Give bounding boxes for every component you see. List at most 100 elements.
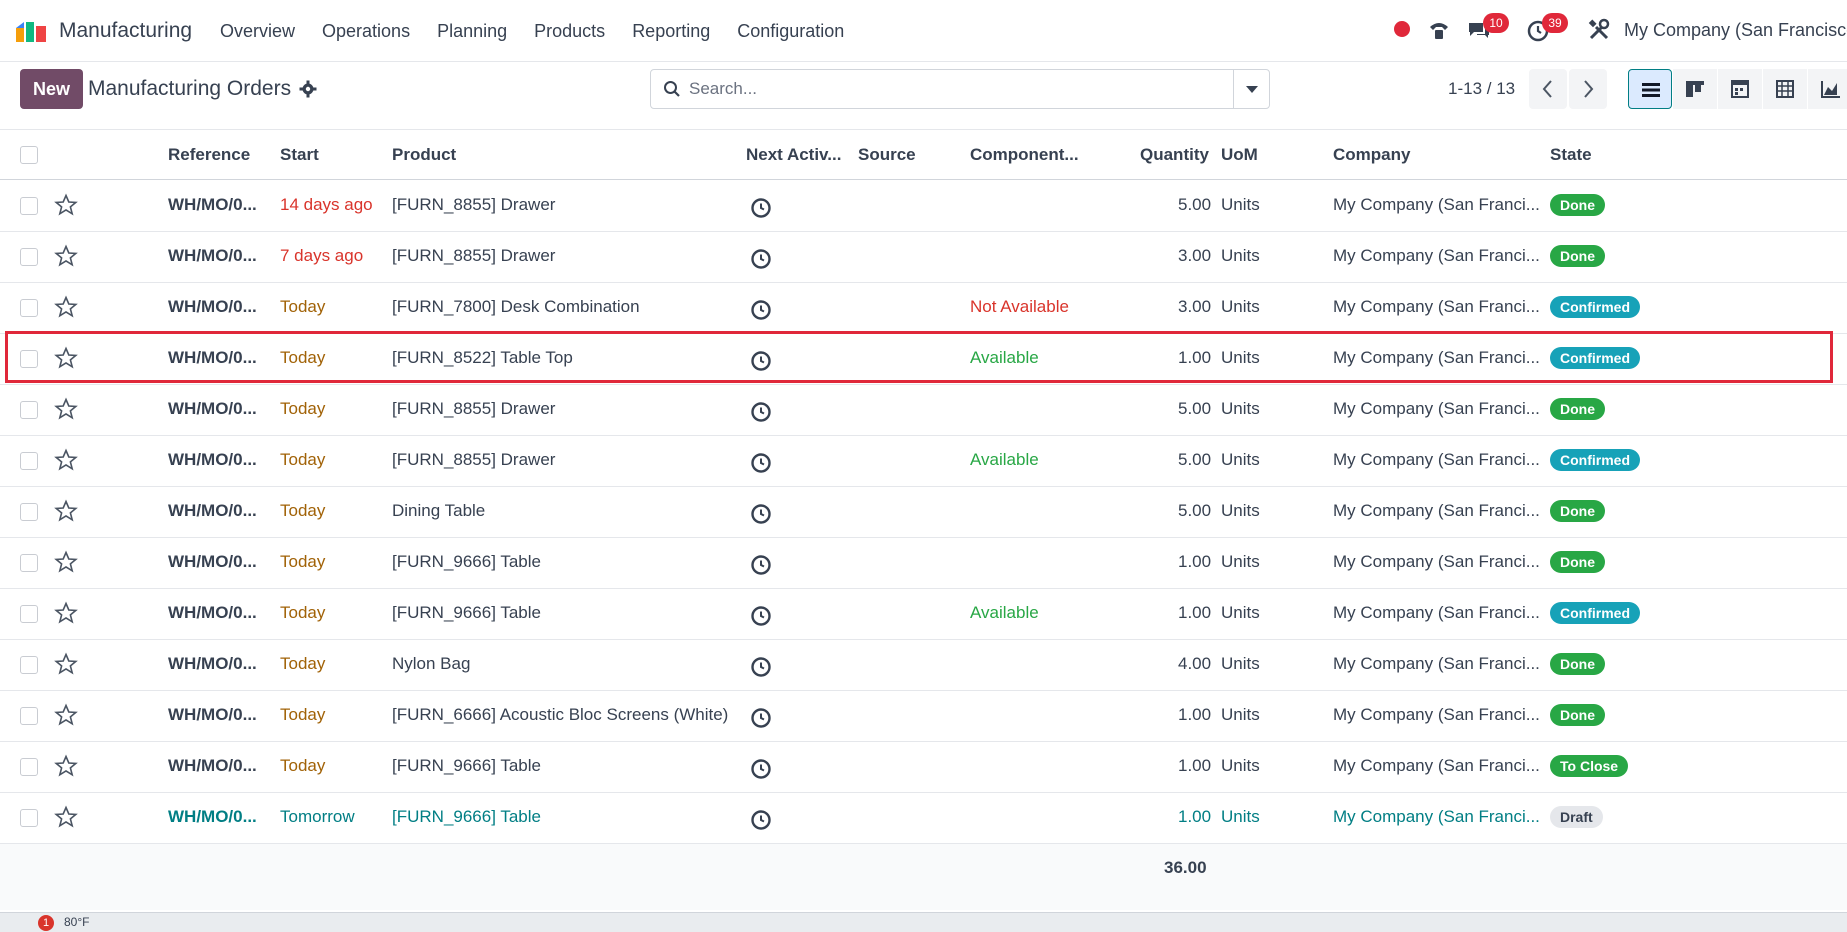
header-state[interactable]: State bbox=[1550, 145, 1592, 165]
row-checkbox[interactable] bbox=[20, 197, 38, 215]
star-icon[interactable] bbox=[54, 652, 78, 676]
list-view-button[interactable] bbox=[1628, 69, 1672, 109]
table-row[interactable]: WH/MO/0... Today [FURN_9666] Table 1.00 Unit… bbox=[0, 742, 1847, 793]
header-component-status[interactable]: Component... bbox=[970, 145, 1079, 165]
table-row[interactable]: WH/MO/0... Today [FURN_8855] Drawer Availab… bbox=[0, 436, 1847, 487]
table-header: Reference Start Product Next Activ... So… bbox=[0, 129, 1847, 180]
star-icon[interactable] bbox=[54, 703, 78, 727]
star-icon[interactable] bbox=[54, 244, 78, 268]
activity-clock-icon[interactable] bbox=[750, 707, 772, 729]
row-checkbox[interactable] bbox=[20, 758, 38, 776]
table-row[interactable]: WH/MO/0... 7 days ago [FURN_8855] Drawer 3.… bbox=[0, 232, 1847, 283]
row-checkbox[interactable] bbox=[20, 707, 38, 725]
star-icon[interactable] bbox=[54, 295, 78, 319]
table-row[interactable]: WH/MO/0... Today Nylon Bag 4.00 Units My Comp… bbox=[0, 640, 1847, 691]
row-checkbox[interactable] bbox=[20, 452, 38, 470]
activity-clock-icon[interactable] bbox=[750, 197, 772, 219]
phone-icon[interactable] bbox=[1426, 17, 1452, 43]
graph-view-button[interactable] bbox=[1808, 69, 1847, 109]
activity-clock-icon[interactable] bbox=[750, 605, 772, 627]
row-checkbox[interactable] bbox=[20, 248, 38, 266]
status-badge: Done bbox=[1550, 551, 1605, 573]
table-row[interactable]: WH/MO/0... Today [FURN_9666] Table Availabl… bbox=[0, 589, 1847, 640]
row-checkbox[interactable] bbox=[20, 554, 38, 572]
gear-icon[interactable] bbox=[299, 80, 317, 98]
status-badge: Confirmed bbox=[1550, 449, 1640, 471]
header-quantity[interactable]: Quantity bbox=[1140, 145, 1209, 165]
menu-products[interactable]: Products bbox=[534, 21, 605, 42]
table-row[interactable]: WH/MO/0... Tomorrow [FURN_9666] Table 1.00 U… bbox=[0, 793, 1847, 844]
star-icon[interactable] bbox=[54, 754, 78, 778]
table-row[interactable]: WH/MO/0... Today [FURN_6666] Acoustic Bloc… bbox=[0, 691, 1847, 742]
menu-reporting[interactable]: Reporting bbox=[632, 21, 710, 42]
star-icon[interactable] bbox=[54, 805, 78, 829]
pager-value[interactable]: 1-13 / 13 bbox=[1448, 79, 1515, 99]
table-row[interactable]: WH/MO/0... Today [FURN_8855] Drawer 5.00 Uni… bbox=[0, 385, 1847, 436]
activity-clock-icon[interactable] bbox=[750, 452, 772, 474]
row-reference: WH/MO/0... bbox=[168, 501, 257, 520]
header-start[interactable]: Start bbox=[280, 145, 319, 165]
table-row[interactable]: WH/MO/0... Today [FURN_9666] Table 1.00 Unit… bbox=[0, 538, 1847, 589]
manufacturing-app-icon[interactable] bbox=[14, 18, 48, 44]
row-company: My Company (San Franci... bbox=[1333, 756, 1540, 775]
header-product[interactable]: Product bbox=[392, 145, 456, 165]
kanban-view-button[interactable] bbox=[1673, 69, 1717, 109]
app-name[interactable]: Manufacturing bbox=[59, 19, 192, 43]
activity-clock-icon[interactable] bbox=[750, 401, 772, 423]
pager-next-button[interactable] bbox=[1569, 69, 1607, 109]
row-quantity: 1.00 bbox=[1178, 705, 1212, 724]
row-uom: Units bbox=[1221, 603, 1260, 622]
row-checkbox[interactable] bbox=[20, 656, 38, 674]
activity-clock-icon[interactable] bbox=[750, 350, 772, 372]
header-reference[interactable]: Reference bbox=[168, 145, 250, 165]
star-icon[interactable] bbox=[54, 550, 78, 574]
activity-clock-icon[interactable] bbox=[750, 656, 772, 678]
select-all-checkbox[interactable] bbox=[20, 146, 38, 164]
header-uom[interactable]: UoM bbox=[1221, 145, 1258, 165]
star-icon[interactable] bbox=[54, 601, 78, 625]
row-checkbox[interactable] bbox=[20, 401, 38, 419]
page-title[interactable]: Manufacturing Orders bbox=[88, 77, 291, 101]
company-switcher[interactable]: My Company (San Francisco) bbox=[1624, 20, 1847, 41]
weather-text[interactable]: 80°F bbox=[64, 915, 89, 929]
activity-clock-icon[interactable] bbox=[750, 758, 772, 780]
recording-dot-icon[interactable] bbox=[1394, 21, 1410, 37]
table-row[interactable]: WH/MO/0... Today [FURN_8522] Table Top Avai… bbox=[0, 334, 1847, 385]
table-row[interactable]: WH/MO/0... Today [FURN_7800] Desk Combinat… bbox=[0, 283, 1847, 334]
table-row[interactable]: WH/MO/0... 14 days ago [FURN_8855] Drawer 5… bbox=[0, 181, 1847, 232]
activity-clock-icon[interactable] bbox=[750, 554, 772, 576]
header-company[interactable]: Company bbox=[1333, 145, 1410, 165]
header-next-activity[interactable]: Next Activ... bbox=[746, 145, 841, 165]
star-icon[interactable] bbox=[54, 499, 78, 523]
row-checkbox[interactable] bbox=[20, 299, 38, 317]
row-product: [FURN_8855] Drawer bbox=[392, 246, 556, 265]
pivot-view-button[interactable] bbox=[1763, 69, 1807, 109]
pager-previous-button[interactable] bbox=[1529, 69, 1567, 109]
row-checkbox[interactable] bbox=[20, 809, 38, 827]
activity-clock-icon[interactable] bbox=[750, 299, 772, 321]
menu-configuration[interactable]: Configuration bbox=[737, 21, 844, 42]
star-icon[interactable] bbox=[54, 397, 78, 421]
row-checkbox[interactable] bbox=[20, 605, 38, 623]
row-checkbox[interactable] bbox=[20, 503, 38, 521]
search-icon[interactable] bbox=[663, 80, 681, 98]
activity-clock-icon[interactable] bbox=[750, 503, 772, 525]
star-icon[interactable] bbox=[54, 193, 78, 217]
row-start: Today bbox=[280, 654, 326, 673]
header-source[interactable]: Source bbox=[858, 145, 916, 165]
menu-planning[interactable]: Planning bbox=[437, 21, 507, 42]
table-row[interactable]: WH/MO/0... Today Dining Table 5.00 Units My C… bbox=[0, 487, 1847, 538]
search-input[interactable] bbox=[689, 70, 1229, 108]
menu-operations[interactable]: Operations bbox=[322, 21, 410, 42]
star-icon[interactable] bbox=[54, 448, 78, 472]
row-product: [FURN_8855] Drawer bbox=[392, 399, 556, 418]
star-icon[interactable] bbox=[54, 346, 78, 370]
debug-tools-icon[interactable] bbox=[1586, 17, 1612, 43]
new-button[interactable]: New bbox=[20, 69, 83, 109]
calendar-view-button[interactable] bbox=[1718, 69, 1762, 109]
menu-overview[interactable]: Overview bbox=[220, 21, 295, 42]
search-options-toggle[interactable] bbox=[1233, 70, 1269, 108]
row-checkbox[interactable] bbox=[20, 350, 38, 368]
activity-clock-icon[interactable] bbox=[750, 809, 772, 831]
activity-clock-icon[interactable] bbox=[750, 248, 772, 270]
